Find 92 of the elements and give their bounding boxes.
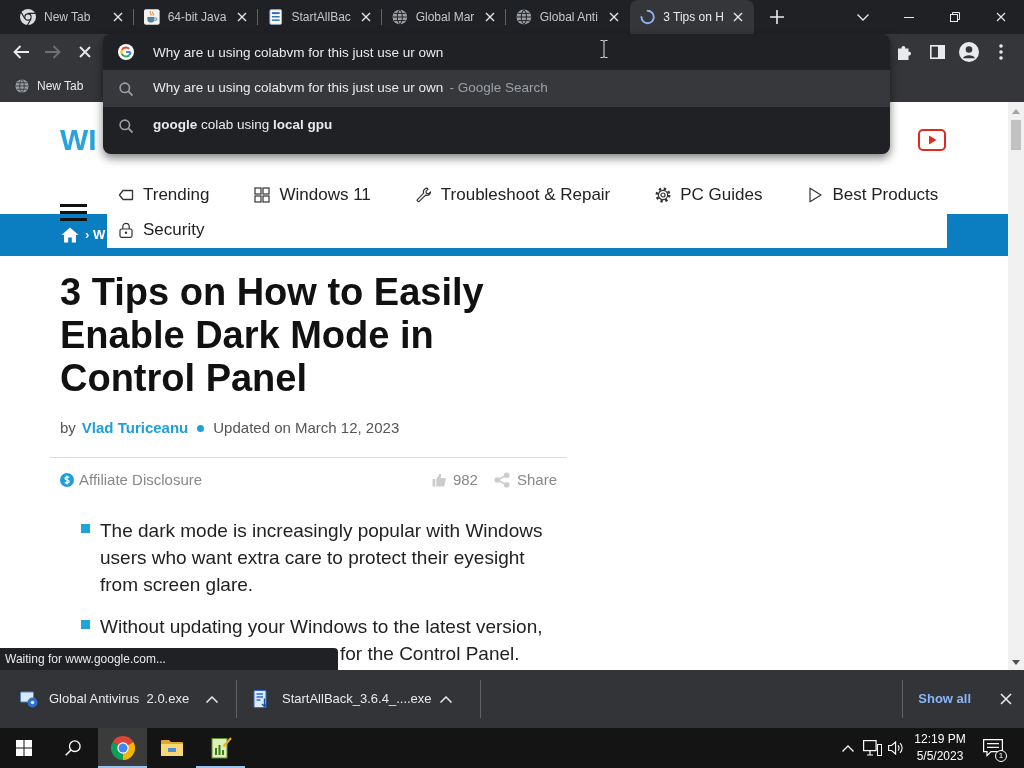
- close-icon: [485, 12, 495, 22]
- browser-logo-icon: [110, 736, 135, 760]
- share-link[interactable]: Share: [516, 468, 557, 492]
- x-mark-icon: [79, 46, 91, 58]
- dot-icon: [197, 424, 205, 432]
- search-suggestion[interactable]: google colab using local gpu: [103, 107, 890, 144]
- scrollbar[interactable]: [1008, 102, 1024, 670]
- folder-icon: [159, 738, 184, 758]
- chevron-up-icon: [842, 744, 854, 752]
- more-options-icon: [999, 44, 1003, 60]
- search-icon: [119, 118, 133, 133]
- close-icon: [996, 12, 1006, 22]
- video-play-icon[interactable]: [918, 129, 946, 151]
- address-field[interactable]: Why are u using colabvm for this just use ur own: [153, 40, 878, 64]
- nav-link[interactable]: Trending: [118, 183, 210, 207]
- tag-icon: [118, 187, 134, 203]
- suggestion-source-label: - Google Search: [449, 80, 548, 96]
- affiliate-disclosure-link[interactable]: Affiliate Disclosure: [79, 468, 203, 492]
- close-icon: [1000, 693, 1012, 705]
- share-icon: [493, 472, 510, 488]
- clock-date[interactable]: 5/5/2023: [916, 748, 964, 765]
- nav-link[interactable]: Security: [118, 218, 205, 242]
- play-icon: [807, 187, 824, 203]
- browser-tab[interactable]: StartAllBac: [258, 0, 382, 34]
- close-icon: [733, 12, 743, 22]
- status-bubble: Waiting for www.google.com...: [0, 648, 338, 670]
- download-file-name[interactable]: Global Antivirus 2.0.exe: [49, 689, 190, 709]
- dollar-coin-icon: [60, 473, 74, 487]
- like-count: 982: [452, 469, 478, 490]
- scroll-down-icon: [1012, 660, 1020, 665]
- caret-up-icon: [440, 695, 452, 703]
- chevron-down-icon: [857, 13, 869, 21]
- search-icon: [65, 740, 81, 756]
- taskbar-app-button[interactable]: [98, 728, 147, 768]
- text-cursor-icon: [600, 40, 608, 58]
- wrench-icon: [415, 187, 432, 203]
- colored-ring-icon: [118, 44, 134, 60]
- globe-icon: [15, 79, 29, 93]
- back-arrow-icon: [13, 45, 29, 59]
- byline-label: by: [60, 417, 76, 438]
- download-file-name[interactable]: StartAllBack_3.6.4_....exe: [282, 689, 432, 709]
- show-all-button[interactable]: Show all: [910, 685, 979, 713]
- browser-tab[interactable]: 64-bit Java: [134, 0, 258, 34]
- nav-link[interactable]: PC Guides: [655, 183, 763, 207]
- gear-icon: [655, 187, 672, 203]
- notification-count: 1: [995, 750, 1007, 762]
- person-icon: [959, 42, 979, 62]
- menu-icon[interactable]: [60, 204, 87, 221]
- square-bullet-icon: [81, 620, 90, 629]
- four-panes-icon: [16, 740, 32, 756]
- bookmark-link[interactable]: New Tab: [8, 73, 91, 99]
- close-icon: [113, 12, 123, 22]
- side-panel-icon: [929, 45, 945, 59]
- bullet-text: The dark mode is increasingly popular with Windows users who want extra care to protect their eyesight from screen glare.: [100, 519, 544, 597]
- home-icon[interactable]: [61, 227, 79, 243]
- close-icon: [361, 12, 371, 22]
- bullet-text: Without updating your Windows to the latest version,: [100, 615, 544, 639]
- caret-up-icon: [206, 695, 218, 703]
- search-suggestion[interactable]: Why are u using colabvm for this just use ur own - Google Search: [103, 70, 890, 107]
- browser-tab[interactable]: 3 Tips on H: [630, 0, 754, 34]
- browser-tab[interactable]: Global Anti: [506, 0, 630, 34]
- close-icon: [609, 12, 619, 22]
- notification-icon: [983, 739, 1003, 757]
- forward-arrow-icon: [45, 45, 61, 59]
- lock-icon: [118, 222, 134, 238]
- updated-date: Updated on March 12, 2023: [213, 417, 400, 438]
- speaker-icon: [888, 740, 904, 756]
- scrollbar-thumb[interactable]: [1011, 120, 1021, 150]
- chart-document-icon: [209, 737, 232, 759]
- minimize-icon: [904, 16, 914, 18]
- nav-link[interactable]: Best Products: [807, 183, 939, 207]
- plus-icon: [770, 10, 784, 24]
- bullet-text-fragment: for the Control Panel.: [340, 642, 521, 666]
- breadcrumb-text[interactable]: › W: [85, 225, 106, 245]
- thumbs-up-icon: [431, 473, 446, 487]
- browser-tab[interactable]: New Tab: [10, 0, 134, 34]
- restore-icon: [950, 12, 960, 22]
- scroll-up-icon: [1012, 109, 1020, 114]
- article-title: 3 Tips on How to Easily Enable Dark Mode in Control Panel: [60, 271, 485, 400]
- monitor-disc-icon: [20, 690, 38, 708]
- notifications-button[interactable]: 1: [974, 728, 1012, 768]
- document-icon: [253, 690, 269, 708]
- nav-link[interactable]: Windows 11: [254, 183, 371, 207]
- close-icon: [237, 12, 247, 22]
- grid-icon: [254, 187, 271, 203]
- network-icon: [862, 740, 882, 756]
- puzzle-piece-icon: [897, 44, 913, 60]
- clock-time[interactable]: 12:19 PM: [914, 731, 966, 748]
- nav-link[interactable]: Troubleshoot & Repair: [415, 183, 611, 207]
- search-icon: [119, 81, 133, 96]
- browser-tab[interactable]: Global Mar: [382, 0, 506, 34]
- square-bullet-icon: [81, 524, 90, 533]
